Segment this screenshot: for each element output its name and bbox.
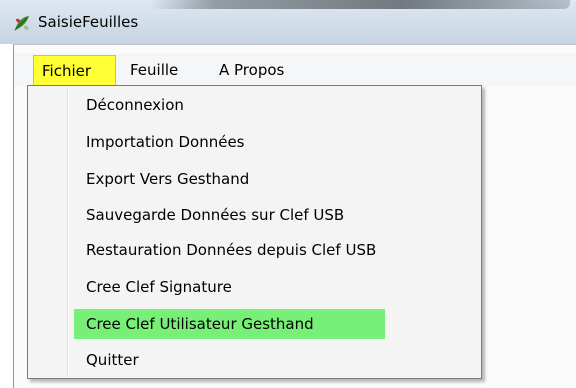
menu-item-importation-donnees[interactable]: Importation Données — [74, 127, 414, 157]
menu-item-sauvegarde-usb[interactable]: Sauvegarde Données sur Clef USB — [74, 200, 414, 230]
menu-item-export-gesthand[interactable]: Export Vers Gesthand — [74, 164, 414, 194]
title-bar-shading — [150, 0, 570, 9]
menu-gutter-separator-light — [68, 88, 69, 376]
title-bar: SaisieFeuilles — [0, 0, 576, 44]
menu-item-restauration-usb[interactable]: Restauration Données depuis Clef USB — [74, 235, 414, 265]
menu-fichier[interactable]: Fichier — [33, 55, 116, 85]
menu-item-cree-clef-signature[interactable]: Cree Clef Signature — [74, 272, 414, 302]
menu-item-quitter[interactable]: Quitter — [74, 345, 414, 375]
app-leaf-icon — [14, 16, 29, 31]
menu-a-propos[interactable]: A Propos — [211, 55, 292, 85]
menu-item-cree-clef-utilisateur[interactable]: Cree Clef Utilisateur Gesthand — [74, 309, 385, 339]
window-title: SaisieFeuilles — [38, 13, 139, 31]
menu-feuille[interactable]: Feuille — [122, 55, 186, 85]
menu-item-deconnexion[interactable]: Déconnexion — [74, 90, 414, 120]
